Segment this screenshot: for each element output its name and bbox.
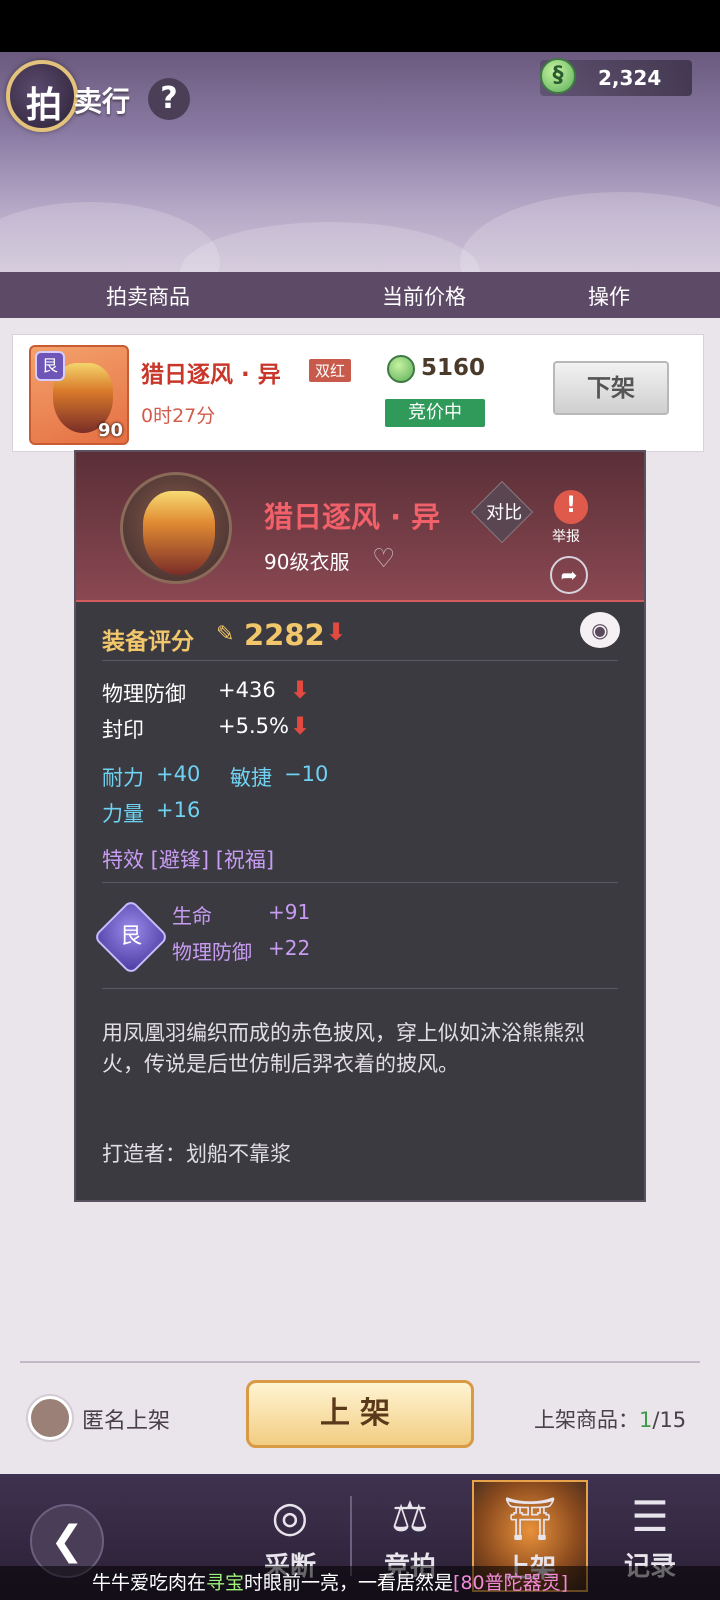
report-icon[interactable]: ! <box>554 490 588 524</box>
bidding-status-badge: 竞价中 <box>385 399 485 427</box>
attr-value: +40 <box>156 762 201 786</box>
special-effects: 特效 [避锋] [祝福] <box>102 848 275 872</box>
gem-stat-name: 生命 <box>172 904 212 928</box>
double-red-tag: 双红 <box>309 359 352 382</box>
column-action: 操作 <box>588 285 630 309</box>
stat-value: +436 <box>218 678 276 702</box>
list-item-button[interactable]: 上架 <box>246 1380 474 1448</box>
column-price: 当前价格 <box>382 285 466 309</box>
stat-name: 封印 <box>102 718 144 742</box>
stat-value: +5.5% <box>218 714 289 738</box>
list-icon: ☰ <box>631 1492 669 1541</box>
item-description: 用凤凰羽编织而成的赤色披风，穿上似如沐浴熊熊烈火，传说是后世仿制后羿衣着的披风。 <box>102 1021 585 1076</box>
gem-stat-name: 物理防御 <box>172 940 252 964</box>
compare-button[interactable]: 对比 <box>470 480 534 544</box>
eye-icon[interactable]: ◉ <box>580 612 620 648</box>
divider <box>20 1361 700 1363</box>
feather-icon: ✎ <box>216 622 235 647</box>
auction-title-badge: 拍 <box>6 60 78 132</box>
scales-icon: ⚖ <box>391 1492 429 1541</box>
divider <box>102 988 618 989</box>
score-value: 2282 <box>244 618 325 652</box>
status-bar <box>0 0 720 52</box>
currency-value: 2,324 <box>598 66 662 90</box>
gem-stat-value: +22 <box>268 936 311 960</box>
help-button[interactable]: ? <box>148 78 190 120</box>
target-icon: ◎ <box>271 1492 309 1541</box>
currency-display: § 2,324 <box>540 58 692 96</box>
listing-row[interactable]: 艮 90 猎日逐风 · 异 双红 0时27分 5160 竞价中 下架 <box>12 334 704 452</box>
time-left: 0时27分 <box>141 405 216 427</box>
divider <box>102 660 618 661</box>
level-badge: 90 <box>97 420 123 441</box>
cloak-icon <box>143 491 215 575</box>
item-detail-panel: 猎日逐风 · 异 90级衣服 ♡ 对比 ! 举报 ➦ 装备评分 ✎ 2282 ⬇… <box>74 450 646 1202</box>
heart-icon[interactable]: ♡ <box>372 544 395 574</box>
divider <box>102 882 618 883</box>
attr-name: 耐力 <box>102 766 144 790</box>
item-icon-large <box>120 472 232 584</box>
item-type: 90级衣服 <box>264 550 350 574</box>
gem-stat-value: +91 <box>268 900 311 924</box>
compare-label: 对比 <box>486 502 523 524</box>
item-name: 猎日逐风 · 异 <box>141 362 281 388</box>
arrow-down-icon: ⬇ <box>290 676 311 704</box>
attr-value: +16 <box>156 798 201 822</box>
anonymous-listing-toggle[interactable] <box>28 1396 72 1440</box>
anonymous-listing-label[interactable]: 匿名上架 <box>82 1403 170 1435</box>
delist-button[interactable]: 下架 <box>553 361 669 415</box>
shop-icon: ⛩ <box>503 1494 557 1543</box>
gem-icon: 艮 <box>92 898 170 976</box>
score-label: 装备评分 <box>102 629 194 655</box>
column-item: 拍卖商品 <box>106 285 190 309</box>
arrow-down-icon: ⬇ <box>290 712 311 740</box>
detail-item-name: 猎日逐风 · 异 <box>264 500 441 534</box>
arrow-down-icon: ⬇ <box>326 618 347 646</box>
grade-badge: 艮 <box>35 351 65 381</box>
attr-value: −10 <box>284 762 329 786</box>
header-banner: 拍 卖行 ? § 2,324 <box>0 52 720 278</box>
current-price: 5160 <box>421 355 486 381</box>
jade-coin-icon <box>387 355 415 383</box>
jade-coin-icon: § <box>540 58 576 94</box>
page-title: 卖行 <box>74 85 131 118</box>
report-label[interactable]: 举报 <box>552 526 580 546</box>
stat-name: 物理防御 <box>102 682 186 706</box>
share-icon[interactable]: ➦ <box>550 556 588 594</box>
listed-count: 上架商品：1/15 <box>534 1408 687 1432</box>
item-thumbnail[interactable]: 艮 90 <box>29 345 129 445</box>
broadcast-ticker: 牛牛爱吃肉在寻宝时眼前一亮，一看居然是[80普陀器灵] <box>0 1566 720 1600</box>
attr-name: 力量 <box>102 802 144 826</box>
column-header-bar: 拍卖商品 当前价格 操作 <box>0 272 720 318</box>
crafter-info: 打造者：划船不靠浆 <box>102 1142 291 1166</box>
attr-name: 敏捷 <box>230 766 272 790</box>
detail-header: 猎日逐风 · 异 90级衣服 ♡ 对比 ! 举报 ➦ <box>76 452 644 602</box>
